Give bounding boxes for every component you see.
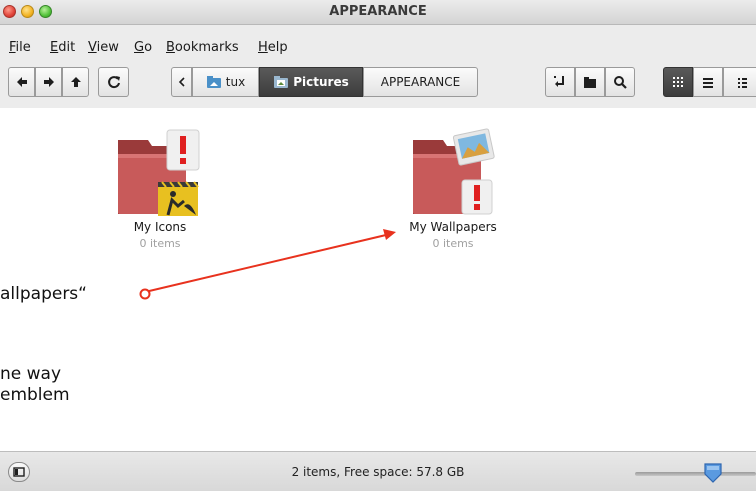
file-view[interactable]: My Icons 0 items My Wallpapers 0 items a… bbox=[0, 108, 756, 451]
folder-wallpaper-icon bbox=[413, 128, 495, 215]
folder-name: My Icons bbox=[133, 220, 187, 234]
toolbar: tux Pictures APPEARANCE bbox=[0, 62, 756, 109]
window-title: APPEARANCE bbox=[329, 4, 427, 19]
menu-bar: File Edit View Go Bookmarks Help bbox=[0, 25, 756, 62]
breadcrumb-scroll-left-button[interactable] bbox=[171, 67, 192, 97]
folder-construction-icon bbox=[118, 129, 200, 218]
file-manager-window: APPEARANCE File Edit View Go Bookmarks H… bbox=[0, 0, 756, 491]
grid-view-icon bbox=[673, 77, 683, 87]
pictures-folder-icon bbox=[274, 76, 289, 88]
annotation-text-line1: allpapers“ bbox=[0, 284, 87, 304]
search-button[interactable] bbox=[605, 67, 635, 97]
menu-go[interactable]: Go bbox=[134, 40, 152, 55]
list-view-button[interactable] bbox=[693, 67, 723, 97]
menu-help[interactable]: Help bbox=[258, 40, 288, 55]
arrow-up-icon bbox=[70, 77, 81, 87]
arrow-right-icon bbox=[43, 77, 54, 87]
menu-edit[interactable]: Edit bbox=[50, 40, 75, 55]
folder-icon bbox=[584, 77, 596, 88]
chevron-left-icon bbox=[178, 77, 185, 87]
menu-file[interactable]: File bbox=[9, 40, 31, 55]
reload-icon bbox=[107, 76, 120, 89]
folder-name: My Wallpapers bbox=[409, 220, 497, 234]
arrow-left-icon bbox=[16, 77, 27, 87]
status-bar: 2 items, Free space: 57.8 GB bbox=[0, 451, 756, 491]
up-button[interactable] bbox=[62, 67, 89, 97]
folder-count: 0 items bbox=[139, 237, 181, 250]
search-icon bbox=[614, 76, 627, 89]
forward-button[interactable] bbox=[35, 67, 62, 97]
folder-item-my-wallpapers[interactable]: My Wallpapers 0 items bbox=[393, 124, 513, 250]
annotation-text-line2: ne way bbox=[0, 364, 62, 384]
enter-arrow-icon bbox=[554, 76, 564, 87]
menu-bookmarks[interactable]: Bookmarks bbox=[166, 40, 239, 55]
breadcrumb-appearance[interactable]: APPEARANCE bbox=[363, 67, 478, 97]
compact-view-button[interactable] bbox=[723, 67, 756, 97]
folder-item-my-icons[interactable]: My Icons 0 items bbox=[110, 124, 210, 250]
breadcrumb-pictures[interactable]: Pictures bbox=[259, 67, 363, 97]
open-terminal-button[interactable] bbox=[545, 67, 575, 97]
menu-view[interactable]: View bbox=[88, 40, 119, 55]
reload-button[interactable] bbox=[98, 67, 129, 97]
folder-count: 0 items bbox=[432, 237, 474, 250]
breadcrumb-tux[interactable]: tux bbox=[192, 67, 259, 97]
back-button[interactable] bbox=[8, 67, 35, 97]
annotation-text-line3: emblem bbox=[0, 385, 70, 405]
new-folder-button[interactable] bbox=[575, 67, 605, 97]
compact-view-icon bbox=[738, 78, 747, 88]
list-view-icon bbox=[703, 78, 713, 88]
zoom-slider-track[interactable] bbox=[635, 472, 756, 476]
zoom-slider-knob[interactable] bbox=[703, 462, 723, 484]
icon-view-button[interactable] bbox=[663, 67, 693, 97]
title-bar[interactable]: APPEARANCE bbox=[0, 0, 756, 25]
home-folder-icon bbox=[206, 76, 221, 88]
